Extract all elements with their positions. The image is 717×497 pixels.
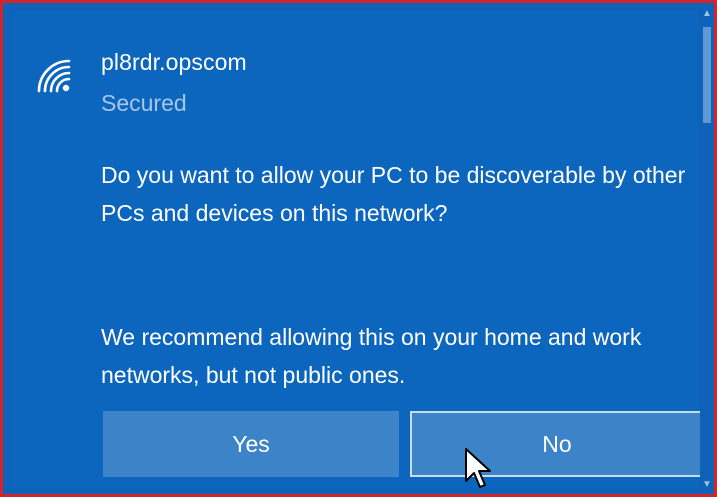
discoverable-question: Do you want to allow your PC to be disco… bbox=[101, 162, 686, 226]
scroll-up-arrow-icon[interactable]: ▲ bbox=[702, 9, 712, 19]
network-flyout-panel: pl8rdr.opscom Secured Do you want to all… bbox=[3, 3, 714, 494]
scrollbar-thumb[interactable] bbox=[703, 27, 711, 123]
mouse-pointer-icon bbox=[465, 448, 491, 488]
wifi-signal-icon bbox=[37, 59, 71, 93]
scrollbar[interactable]: ▲ ▼ bbox=[700, 3, 714, 494]
no-button[interactable]: No bbox=[410, 411, 704, 477]
network-ssid: pl8rdr.opscom bbox=[101, 49, 247, 75]
yes-button[interactable]: Yes bbox=[103, 411, 399, 477]
network-security-status: Secured bbox=[101, 90, 187, 116]
discoverable-recommendation: We recommend allowing this on your home … bbox=[101, 324, 642, 388]
network-item-expanded: pl8rdr.opscom Secured Do you want to all… bbox=[9, 11, 704, 489]
scroll-down-arrow-icon[interactable]: ▼ bbox=[702, 480, 712, 490]
